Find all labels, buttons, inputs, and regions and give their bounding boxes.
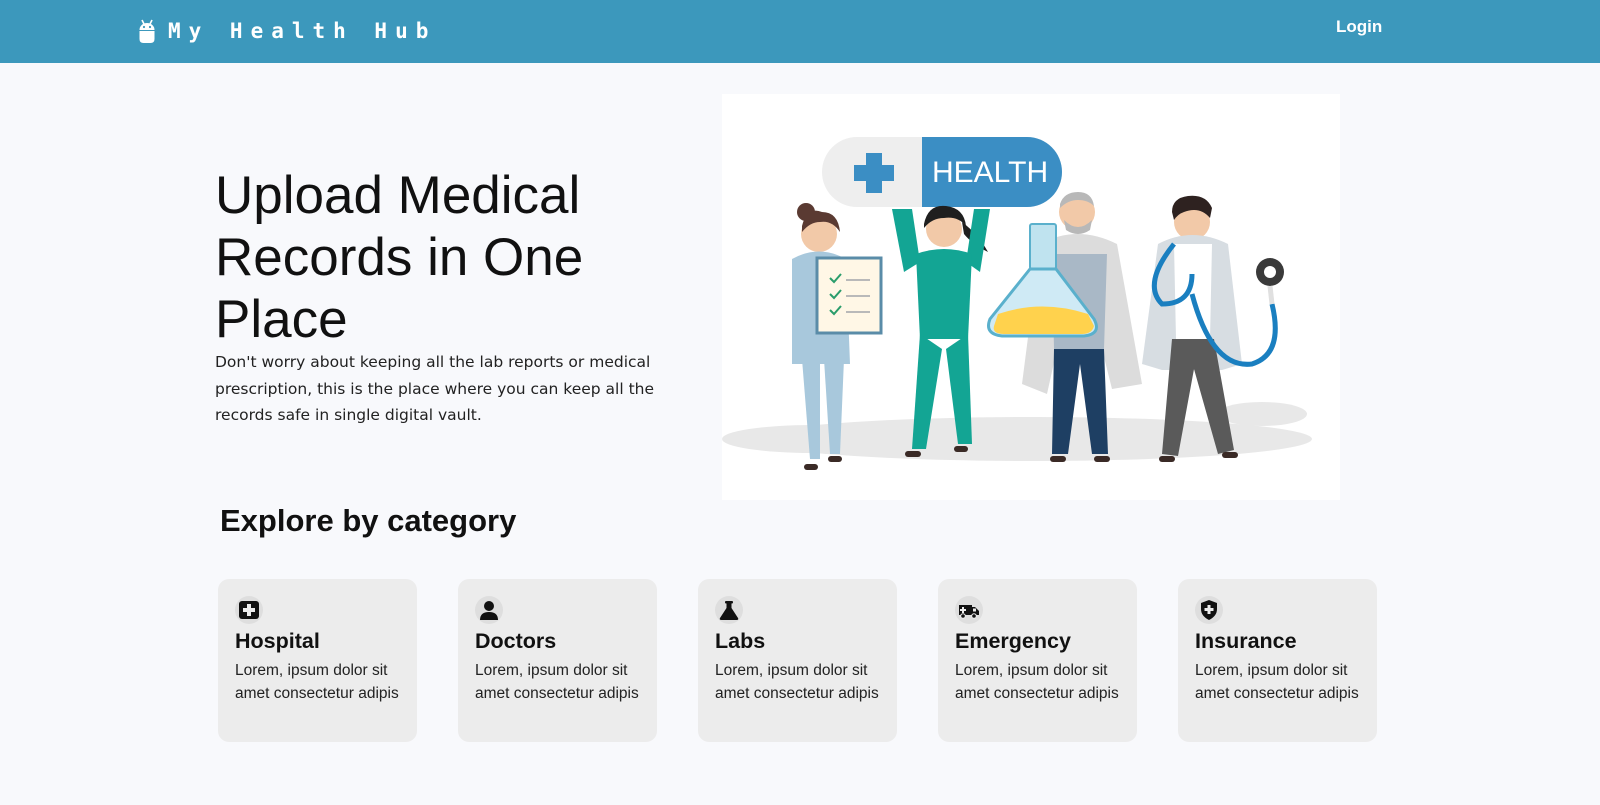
- flask-icon: [715, 596, 743, 624]
- category-description: Lorem, ipsum dolor sit amet consectetur …: [715, 662, 879, 702]
- hero-title: Upload Medical Records in One Place: [215, 166, 584, 349]
- category-card-doctors[interactable]: Doctors Lorem, ipsum dolor sit amet cons…: [458, 579, 657, 742]
- hero-illustration: HEALTH: [722, 94, 1340, 500]
- android-icon: [139, 19, 155, 43]
- category-description: Lorem, ipsum dolor sit amet consectetur …: [475, 662, 639, 702]
- hero-description: Don't worry about keeping all the lab re…: [215, 353, 655, 424]
- brand-name: My Health Hub: [168, 19, 437, 43]
- shield-icon: [1195, 596, 1223, 624]
- category-description: Lorem, ipsum dolor sit amet consectetur …: [1195, 662, 1359, 702]
- category-card-insurance[interactable]: Insurance Lorem, ipsum dolor sit amet co…: [1178, 579, 1377, 742]
- category-card-emergency[interactable]: Emergency Lorem, ipsum dolor sit amet co…: [938, 579, 1137, 742]
- top-navbar: My Health Hub Login: [0, 0, 1600, 63]
- section-title: Explore by category: [220, 503, 517, 538]
- category-title: Labs: [715, 629, 766, 653]
- category-card-labs[interactable]: Labs Lorem, ipsum dolor sit amet consect…: [698, 579, 897, 742]
- category-card-hospital[interactable]: Hospital Lorem, ipsum dolor sit amet con…: [218, 579, 417, 742]
- category-title: Emergency: [955, 629, 1071, 653]
- category-title: Hospital: [235, 629, 320, 653]
- ambulance-icon: [955, 596, 983, 624]
- category-description: Lorem, ipsum dolor sit amet consectetur …: [955, 662, 1119, 702]
- brand-link[interactable]: My Health Hub: [138, 14, 436, 48]
- category-description: Lorem, ipsum dolor sit amet consectetur …: [235, 662, 399, 702]
- category-title: Insurance: [1195, 629, 1297, 653]
- login-link[interactable]: Login: [1336, 17, 1382, 37]
- hospital-icon: [235, 596, 263, 624]
- health-sign-text: HEALTH: [932, 156, 1048, 189]
- category-title: Doctors: [475, 629, 557, 653]
- medical-team-illustration: HEALTH: [722, 137, 1312, 470]
- doctor-icon: [475, 596, 503, 624]
